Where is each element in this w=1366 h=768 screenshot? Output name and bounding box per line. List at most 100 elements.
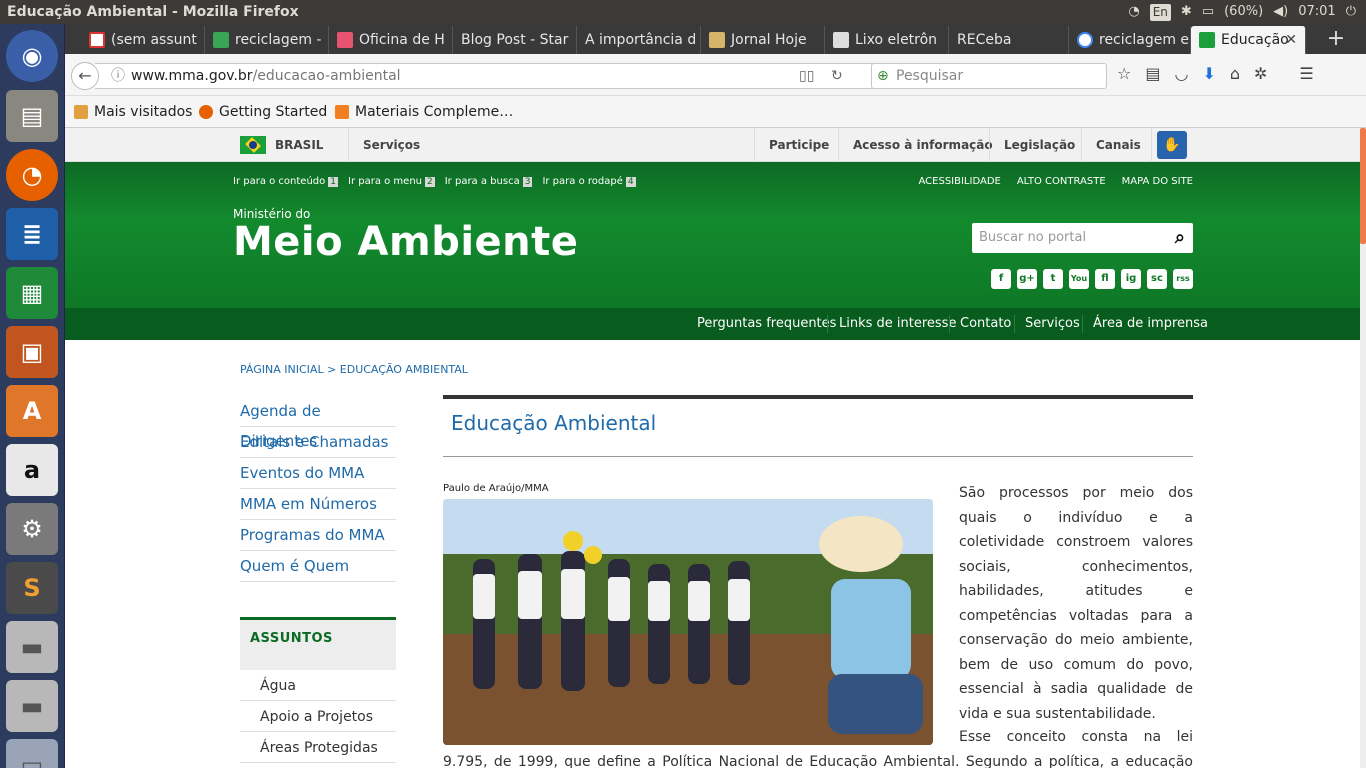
s-icon — [337, 32, 353, 48]
software-center-icon[interactable]: A — [6, 385, 58, 437]
power-icon[interactable]: ⏻ — [1346, 0, 1356, 24]
menu-icon[interactable]: ☰ — [1299, 64, 1313, 83]
ubuntu-dash-icon[interactable]: ◉ — [6, 30, 58, 82]
gov-legislacao-link[interactable]: Legislação — [1004, 128, 1075, 162]
assunto-item-areas[interactable]: Áreas Protegidas — [240, 732, 396, 763]
browser-tab[interactable]: Jornal Hoje — [701, 26, 825, 54]
alto-contraste-link[interactable]: ALTO CONTRASTE — [1017, 176, 1106, 187]
sidebar-item-numeros[interactable]: MMA em Números — [240, 489, 396, 520]
new-tab-button[interactable]: + — [1321, 24, 1351, 54]
reader-view-icon[interactable]: ▯▯ — [799, 64, 814, 88]
bookmark-star-icon[interactable]: ☆ — [1117, 64, 1131, 83]
amazon-icon[interactable]: a — [6, 444, 58, 496]
gov-servicos-link[interactable]: Serviços — [363, 128, 420, 162]
breadcrumb[interactable]: PÁGINA INICIAL > EDUCAÇÃO AMBIENTAL — [240, 363, 468, 376]
browser-tab[interactable]: reciclagem e — [1069, 26, 1191, 54]
window-title: Educação Ambiental - Mozilla Firefox — [7, 4, 299, 20]
sidebar-nav: Agenda de Dirigentes Editais e Chamadas … — [240, 396, 396, 582]
skip-to-content-link[interactable]: Ir para o conteúdo 1 — [233, 176, 338, 187]
bookmark-mais-visitados[interactable]: Mais visitados — [74, 96, 192, 128]
menu-links-de-interesse[interactable]: Links de interesse — [839, 308, 956, 340]
pocket-icon[interactable]: ◡ — [1174, 64, 1188, 83]
page-scrollbar[interactable] — [1360, 128, 1366, 768]
browser-tab-active[interactable]: Educação ✕ — [1191, 26, 1306, 54]
system-settings-icon[interactable]: ⚙ — [6, 503, 58, 555]
close-tab-icon[interactable]: ✕ — [1285, 26, 1297, 54]
browser-tab[interactable]: Blog Post - Star — [453, 26, 577, 54]
reading-list-icon[interactable]: ▤ — [1145, 64, 1160, 83]
portal-search-input[interactable]: Buscar no portal ⌕ — [972, 223, 1193, 253]
search-icon[interactable]: ⌕ — [1175, 223, 1185, 253]
sidebar-item-eventos[interactable]: Eventos do MMA — [240, 458, 396, 489]
bookmark-getting-started[interactable]: Getting Started — [199, 96, 327, 128]
google-plus-icon[interactable]: g+ — [1017, 269, 1037, 289]
info-icon[interactable]: ⓘ — [111, 68, 125, 84]
menu-contato[interactable]: Contato — [960, 308, 1011, 340]
gov-participe-link[interactable]: Participe — [769, 128, 829, 162]
libreoffice-writer-icon[interactable]: ≣ — [6, 208, 58, 260]
browser-tab[interactable]: Oficina de H — [329, 26, 453, 54]
sidebar-item-programas[interactable]: Programas do MMA — [240, 520, 396, 551]
wifi-icon[interactable]: ◔ — [1128, 0, 1139, 24]
acessibilidade-link[interactable]: ACESSIBILIDADE — [919, 176, 1001, 187]
bookmark-materiais[interactable]: Materiais Compleme… — [335, 96, 513, 128]
drive-icon[interactable]: ▬ — [6, 680, 58, 732]
extension-icon[interactable]: ✲ — [1254, 64, 1267, 83]
menu-servicos[interactable]: Serviços — [1025, 308, 1080, 340]
site-title[interactable]: Meio Ambiente — [233, 219, 578, 265]
home-icon[interactable]: ⌂ — [1230, 64, 1240, 83]
browser-tab[interactable]: reciclagem - — [205, 26, 329, 54]
back-button[interactable]: ← — [71, 62, 99, 90]
reload-icon[interactable]: ↻ — [831, 64, 843, 88]
menu-area-de-imprensa[interactable]: Área de imprensa — [1093, 308, 1208, 340]
libreoffice-impress-icon[interactable]: ▣ — [6, 326, 58, 378]
gov-brasil-link[interactable]: BRASIL — [275, 128, 323, 162]
keyboard-language[interactable]: En — [1149, 3, 1171, 21]
skip-to-search-link[interactable]: Ir para a busca 3 — [445, 176, 533, 187]
assunto-item-agua[interactable]: Água — [240, 670, 396, 701]
libras-accessibility-icon[interactable]: ✋ — [1157, 131, 1187, 159]
children-outdoor-photo — [443, 499, 933, 745]
youtube-icon[interactable]: You — [1069, 269, 1089, 289]
bluetooth-icon[interactable]: ✱ — [1181, 0, 1192, 24]
volume-icon[interactable]: ◀) — [1273, 0, 1288, 24]
sidebar-item-editais[interactable]: Editais e Chamadas — [240, 427, 396, 458]
facebook-icon[interactable]: f — [991, 269, 1011, 289]
folder-icon — [74, 105, 88, 119]
twitter-icon[interactable]: t — [1043, 269, 1063, 289]
gov-acesso-informacao-link[interactable]: Acesso à informação — [853, 128, 993, 162]
skip-to-footer-link[interactable]: Ir para o rodapé 4 — [542, 176, 636, 187]
battery-icon[interactable]: ▭ — [1202, 0, 1214, 24]
back-arrow-icon: ← — [78, 66, 92, 85]
trash-icon[interactable]: ▭ — [6, 739, 58, 768]
rss-icon[interactable]: rss — [1173, 269, 1193, 289]
sidebar-item-quem-e-quem[interactable]: Quem é Quem — [240, 551, 396, 582]
battery-level[interactable]: (60%) — [1224, 0, 1263, 24]
skip-to-menu-link[interactable]: Ir para o menu 2 — [348, 176, 435, 187]
downloads-icon[interactable]: ⬇ — [1202, 64, 1215, 83]
browser-tab[interactable]: A importância d — [577, 26, 701, 54]
firefox-icon[interactable]: ◔ — [6, 149, 58, 201]
browser-tab[interactable]: Lixo eletrôn — [825, 26, 949, 54]
assunto-item-apoio[interactable]: Apoio a Projetos — [240, 701, 396, 732]
browser-tab[interactable]: RECeba — [949, 26, 1069, 54]
drive-icon[interactable]: ▬ — [6, 621, 58, 673]
mapa-do-site-link[interactable]: MAPA DO SITE — [1122, 176, 1193, 187]
scrollbar-thumb[interactable] — [1360, 128, 1366, 244]
instagram-icon[interactable]: ig — [1121, 269, 1141, 289]
menu-perguntas-frequentes[interactable]: Perguntas frequentes — [697, 308, 836, 340]
libreoffice-calc-icon[interactable]: ▦ — [6, 267, 58, 319]
gov-canais-link[interactable]: Canais — [1096, 128, 1141, 162]
sidebar-item-agenda[interactable]: Agenda de Dirigentes — [240, 396, 396, 450]
clock[interactable]: 07:01 — [1298, 0, 1335, 24]
sublime-text-icon[interactable]: S — [6, 562, 58, 614]
soundcloud-icon[interactable]: sc — [1147, 269, 1167, 289]
flickr-icon[interactable]: fl — [1095, 269, 1115, 289]
files-icon[interactable]: ▤ — [6, 90, 58, 142]
brazil-flag-icon — [1199, 32, 1215, 48]
address-bar[interactable]: ⓘ www.mma.gov.br/educacao-ambiental ▯▯ ↻ — [95, 63, 931, 89]
url-path: /educacao-ambiental — [252, 68, 401, 84]
browser-tab[interactable]: (sem assunt — [81, 26, 205, 54]
article-photo[interactable] — [443, 499, 933, 745]
browser-search-field[interactable]: ⊕ Pesquisar — [871, 63, 1107, 89]
